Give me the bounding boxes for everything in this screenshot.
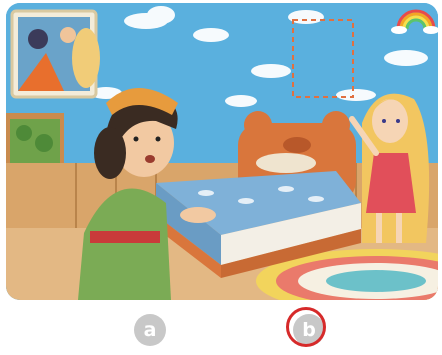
answer-option-b-button[interactable]: b xyxy=(293,314,325,346)
pillow xyxy=(256,153,316,173)
game-stage: a b xyxy=(0,0,442,355)
bedroom-scene-illustration xyxy=(6,3,438,300)
answer-option-a-button[interactable]: a xyxy=(134,314,166,346)
wall-lamp xyxy=(72,28,100,88)
